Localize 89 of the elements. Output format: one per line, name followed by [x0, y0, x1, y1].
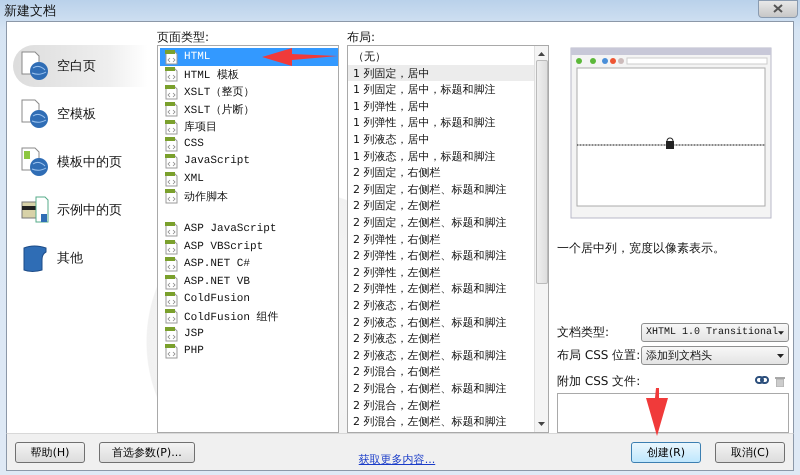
sidebar-item[interactable]: 示例中的页	[13, 189, 149, 232]
layout-item[interactable]: 2 列固定，右侧栏、标题和脚注	[348, 181, 534, 198]
document-icon	[164, 101, 178, 118]
layout-item[interactable]: 2 列弹性，左侧栏、标题和脚注	[348, 280, 534, 298]
sidebar-item[interactable]: 空模板	[13, 93, 149, 136]
page-type-item[interactable]: ColdFusion	[160, 290, 338, 308]
page-type-item[interactable]: XML	[160, 170, 338, 188]
document-icon	[164, 274, 178, 290]
page-type-item[interactable]: ASP.NET VB	[160, 272, 338, 290]
layout-item[interactable]: 2 列弹性，右侧栏、标题和脚注	[348, 247, 534, 264]
page-globe-icon	[19, 98, 51, 130]
sidebar-item[interactable]: 模板中的页	[13, 141, 149, 184]
cancel-button[interactable]: 取消(C)	[715, 442, 785, 463]
layout-item[interactable]: 2 列液态，右侧栏、标题和脚注	[348, 314, 534, 330]
document-icon	[164, 291, 178, 308]
document-icon	[164, 118, 178, 134]
page-type-item[interactable]: XSLT（整页）	[160, 83, 338, 100]
layout-item[interactable]: （无）	[348, 48, 534, 65]
dropdown-caret-icon	[778, 330, 784, 335]
page-type-item[interactable]: 动作脚本	[160, 187, 338, 205]
page-type-item[interactable]: HTML 模板	[160, 66, 338, 84]
document-icon	[164, 188, 178, 204]
layout-item[interactable]: 1 列弹性，居中，标题和脚注	[348, 114, 534, 132]
layout-item[interactable]: 2 列混合，右侧栏	[348, 364, 534, 380]
document-icon	[164, 84, 178, 100]
css-position-label: 布局 CSS 位置:	[557, 347, 641, 364]
layout-item[interactable]: 2 列弹性，右侧栏	[348, 230, 534, 248]
layout-item[interactable]: 1 列固定，居中，标题和脚注	[348, 81, 534, 98]
layout-item[interactable]: 2 列弹性，左侧栏	[348, 264, 534, 281]
css-position-select[interactable]: 添加到文档头	[641, 346, 789, 366]
scrollbar[interactable]	[534, 46, 548, 432]
page-type-item[interactable]: PHP	[160, 342, 338, 360]
scroll-down-icon	[538, 422, 545, 426]
more-content-link[interactable]: 获取更多内容...	[358, 452, 436, 467]
layout-item[interactable]: 2 列固定，右侧栏	[348, 164, 534, 181]
page-type-label: 页面类型:	[157, 30, 210, 46]
attach-css-label: 附加 CSS 文件:	[557, 373, 640, 390]
page-type-item[interactable]: 库项目	[160, 118, 338, 136]
layout-item[interactable]: 1 列固定，居中	[348, 64, 534, 82]
layout-item[interactable]: 2 列液态，左侧栏、标题和脚注	[348, 346, 534, 364]
document-icon	[164, 48, 178, 65]
layout-item[interactable]: 1 列液态，居中，标题和脚注	[348, 148, 534, 164]
layout-item[interactable]: 2 列固定，左侧栏	[348, 198, 534, 214]
page-type-item[interactable]: JSP	[160, 325, 338, 342]
document-icon	[164, 238, 178, 255]
layout-label: 布局:	[347, 30, 376, 46]
page-type-item[interactable]: CSS	[160, 135, 338, 153]
layout-item[interactable]: 2 列混合，左侧栏、标题和脚注	[348, 413, 534, 430]
document-icon	[164, 256, 178, 272]
document-icon	[164, 326, 178, 342]
layout-item[interactable]: 1 列液态，居中	[348, 131, 534, 148]
window-title: 新建文档	[4, 2, 56, 20]
document-icon	[164, 66, 178, 82]
doc-type-label: 文档类型:	[557, 324, 610, 342]
layout-item[interactable]: 2 列固定，左侧栏、标题和脚注	[348, 214, 534, 231]
layout-item[interactable]: 2 列混合，左侧栏	[348, 396, 534, 414]
document-icon	[164, 170, 178, 187]
annotation-arrow	[646, 388, 668, 436]
link-icon[interactable]	[755, 376, 769, 384]
page-globe-icon	[19, 50, 51, 82]
preferences-button[interactable]: 首选参数(P)...	[99, 442, 195, 463]
page-type-item[interactable]: JavaScript	[160, 152, 338, 170]
layout-item[interactable]: 2 列液态，左侧栏	[348, 330, 534, 347]
doc-type-select[interactable]: XHTML 1.0 Transitional	[641, 323, 789, 342]
trash-icon[interactable]	[775, 376, 785, 388]
scroll-up-icon	[538, 52, 545, 56]
document-icon	[164, 343, 178, 360]
document-icon	[164, 308, 178, 324]
page-type-item[interactable]: ASP.NET C#	[160, 256, 338, 273]
close-icon	[773, 4, 783, 14]
page-type-item[interactable]: ASP VBScript	[160, 238, 338, 256]
document-icon	[164, 153, 178, 170]
page-type-item[interactable]: XSLT（片断）	[160, 100, 338, 118]
layout-description: 一个居中列，宽度以像素表示。	[557, 240, 726, 258]
dropdown-caret-icon	[777, 354, 784, 358]
help-button[interactable]: 帮助(H)	[15, 442, 85, 463]
page-type-item[interactable]: ASP JavaScript	[160, 220, 338, 238]
layout-item[interactable]: 2 列液态，右侧栏	[348, 297, 534, 314]
layout-item[interactable]: 1 列弹性，居中	[348, 98, 534, 115]
layout-item[interactable]: 2 列混合，右侧栏、标题和脚注	[348, 380, 534, 397]
document-icon	[164, 136, 178, 152]
document-icon	[164, 221, 178, 238]
sidebar-item[interactable]: 其他	[13, 237, 149, 280]
attached-css-files-field[interactable]	[557, 393, 789, 434]
create-button[interactable]: 创建(R)	[631, 442, 701, 463]
close-button[interactable]	[758, 0, 798, 18]
page-type-item[interactable]: ColdFusion 组件	[160, 308, 338, 326]
template-globe-icon	[19, 146, 51, 178]
scroll-thumb[interactable]	[536, 60, 548, 284]
